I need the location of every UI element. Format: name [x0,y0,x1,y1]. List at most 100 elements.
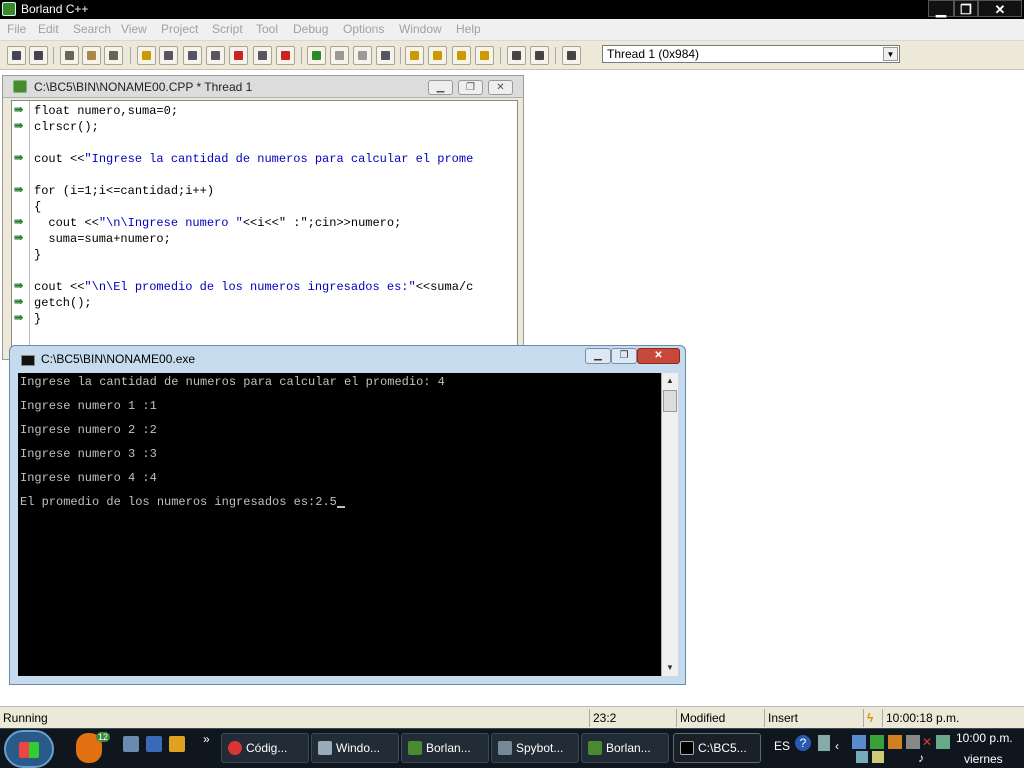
console-output[interactable]: Ingrese la cantidad de numeros para calc… [18,373,661,676]
start-button[interactable] [4,730,54,768]
layout-icon[interactable] [507,46,526,65]
code-line[interactable]: cout <<"Ingrese la cantidad de numeros p… [34,151,473,167]
menu-options[interactable]: Options [343,22,384,36]
quicklaunch-chevron-icon[interactable]: » [203,732,210,746]
tray-app-icon[interactable] [870,735,884,749]
switch-windows-icon[interactable] [146,736,162,752]
open-project-icon[interactable] [7,46,26,65]
run-to-cursor-icon[interactable] [253,46,272,65]
menu-help[interactable]: Help [456,22,481,36]
breakpoint-arrow-icon[interactable]: ⇛ [14,185,27,196]
menu-file[interactable]: File [7,22,26,36]
tray-app-icon[interactable] [856,751,868,763]
cut-icon[interactable] [330,46,349,65]
menu-search[interactable]: Search [73,22,111,36]
code-line[interactable]: getch(); [34,295,92,311]
trace-into-icon[interactable] [183,46,202,65]
help-pointer-icon[interactable] [562,46,581,65]
scroll-thumb[interactable] [663,390,677,412]
menu-script[interactable]: Script [212,22,243,36]
tray-app-icon[interactable] [936,735,950,749]
code-line[interactable]: for (i=1;i<=cantidad;i++) [34,183,214,199]
save-file-icon[interactable] [104,46,123,65]
code-line[interactable]: cout <<"\n\Ingrese numero "<<i<<" :";cin… [34,215,401,231]
editor-maximize-button[interactable]: ❐ [458,80,483,95]
menu-edit[interactable]: Edit [38,22,59,36]
undo-icon[interactable] [307,46,326,65]
task-spybot[interactable]: Spybot... [491,733,579,763]
scroll-down-icon[interactable]: ▼ [662,660,678,676]
menu-debug[interactable]: Debug [293,22,328,36]
toolbar-separator [400,47,401,64]
tray-app-icon[interactable] [906,735,920,749]
close-project-icon[interactable] [29,46,48,65]
clock-day[interactable]: viernes [964,752,1003,766]
breakpoint-arrow-icon[interactable]: ⇛ [14,217,27,228]
replace-icon[interactable] [428,46,447,65]
breakpoint-arrow-icon[interactable]: ⇛ [14,233,27,244]
console-close-button[interactable]: ✕ [637,348,680,364]
copy-icon[interactable] [353,46,372,65]
language-indicator[interactable]: ES [774,739,790,768]
console-scrollbar[interactable]: ▲ ▼ [661,373,678,676]
task-chrome[interactable]: Códig... [221,733,309,763]
code-line[interactable]: clrscr(); [34,119,99,135]
code-line[interactable]: } [34,247,41,263]
stop-icon[interactable] [229,46,248,65]
step-over-icon[interactable] [206,46,225,65]
tray-app-icon[interactable] [872,751,884,763]
editor-close-button[interactable]: ✕ [488,80,513,95]
code-line[interactable]: } [34,311,41,327]
breakpoint-arrow-icon[interactable]: ⇛ [14,281,27,292]
task-windows[interactable]: Windo... [311,733,399,763]
menu-window[interactable]: Window [399,22,442,36]
breakpoint-arrow-icon[interactable]: ⇛ [14,105,27,116]
search-again-icon[interactable] [452,46,471,65]
task-borland-1[interactable]: Borlan... [401,733,489,763]
security-alert-icon[interactable]: ✕ [922,735,934,749]
task-borland-2[interactable]: Borlan... [581,733,669,763]
open-file-icon[interactable] [82,46,101,65]
code-line[interactable]: suma=suma+numero; [34,231,170,247]
chevron-down-icon[interactable]: ▼ [883,47,898,61]
tray-app-icon[interactable] [852,735,866,749]
menu-view[interactable]: View [121,22,147,36]
paste-icon[interactable] [376,46,395,65]
tray-chevron-icon[interactable]: ‹ [835,739,839,768]
code-line[interactable]: { [34,199,41,215]
close-button[interactable]: ✕ [978,0,1022,17]
lightning-icon: ϟ [863,709,883,727]
menu-project[interactable]: Project [161,22,198,36]
volume-icon[interactable]: ♪ [918,751,930,765]
breakpoint-arrow-icon[interactable]: ⇛ [14,153,27,164]
code-text: { [34,200,42,214]
breakpoint-arrow-icon[interactable]: ⇛ [14,297,27,308]
task-console[interactable]: C:\BC5... [673,733,761,763]
editor-minimize-button[interactable]: ▁ [428,80,453,95]
help-icon[interactable]: ? [795,735,811,751]
new-file-icon[interactable] [60,46,79,65]
code-line[interactable]: cout <<"\n\El promedio de los numeros in… [34,279,473,295]
menu-tool[interactable]: Tool [256,22,278,36]
reset-program-icon[interactable] [276,46,295,65]
console-minimize-button[interactable]: ▁ [585,348,611,364]
minimize-button[interactable]: ▁ [928,0,954,17]
tray-app-icon[interactable] [888,735,902,749]
show-desktop-icon[interactable] [123,736,139,752]
highlight-icon[interactable] [405,46,424,65]
code-line[interactable]: float numero,suma=0; [34,103,178,119]
maximize-button[interactable]: ❐ [954,0,978,17]
make-icon[interactable] [137,46,156,65]
browse-icon[interactable] [475,46,494,65]
scroll-up-icon[interactable]: ▲ [662,373,678,389]
thread-select[interactable]: Thread 1 (0x984) ▼ [602,45,900,63]
media-player-icon[interactable] [169,736,185,752]
code-editor[interactable]: ⇛ float numero,suma=0; ⇛ clrscr(); ⇛ cout <<"… [11,100,518,359]
breakpoint-arrow-icon[interactable]: ⇛ [14,313,27,324]
console-maximize-button[interactable]: ❐ [611,348,637,364]
tile-icon[interactable] [530,46,549,65]
breakpoint-arrow-icon[interactable]: ⇛ [14,121,27,132]
network-icon[interactable] [818,735,830,751]
code-text: getch(); [34,296,92,310]
step-icon[interactable] [159,46,178,65]
